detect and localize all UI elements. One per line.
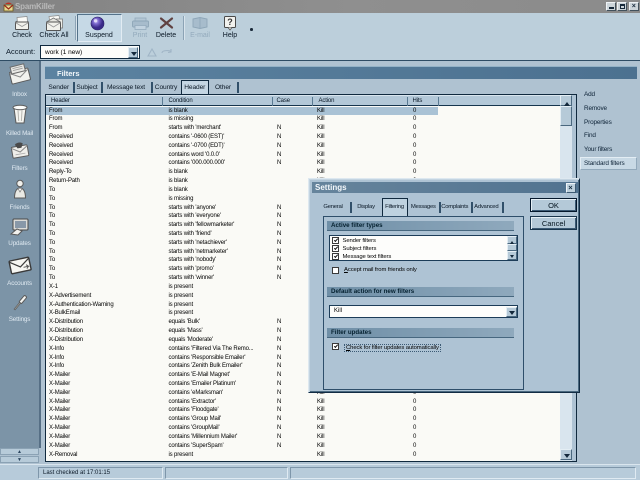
svg-text:?: ? [227,17,233,27]
